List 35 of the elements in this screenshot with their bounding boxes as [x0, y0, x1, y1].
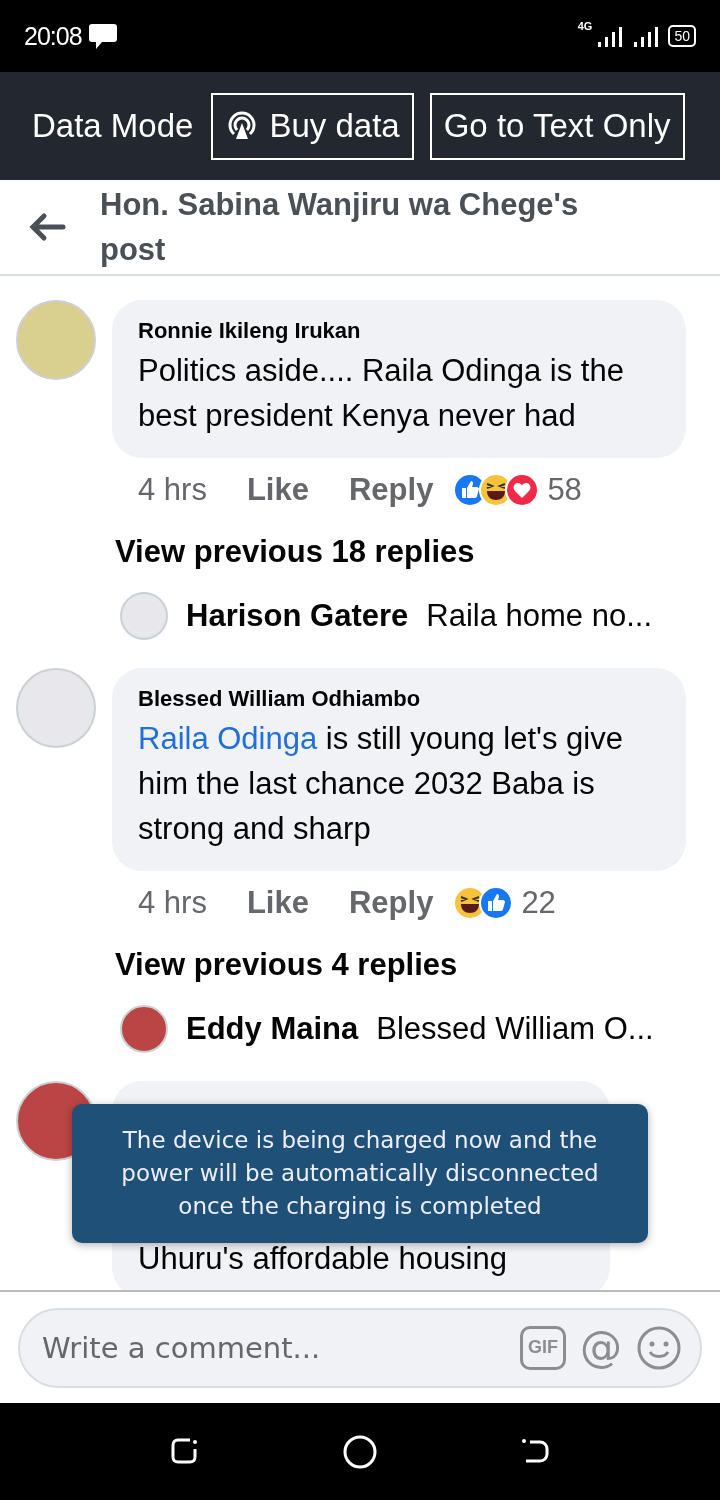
network-type: 4G [577, 20, 593, 32]
comment-author[interactable]: Ronnie Ikileng Irukan [138, 318, 660, 344]
comment-action[interactable]: Like [246, 472, 309, 508]
battery-level: 50 [668, 25, 696, 47]
reply-author[interactable]: Harison Gatere [186, 598, 409, 634]
clock: 20:08 [24, 21, 82, 51]
buy-data-button[interactable]: Buy data [211, 92, 414, 160]
reaction-count: 22 [521, 885, 556, 921]
toast-message: The device is being charged now and the power will be automatically disconnected once the charging is completed [72, 1104, 648, 1243]
heart-reaction-icon [505, 473, 540, 507]
like-reaction-icon [479, 886, 514, 920]
post-title: Hon. Sabina Wanjiru wa Chege's post [100, 186, 580, 269]
home-icon[interactable] [342, 1433, 378, 1470]
comment-time: 4 hrs [138, 472, 207, 508]
reply-author[interactable]: Eddy Maina [186, 1011, 359, 1047]
comment-text: Raila Odinga is still young let's give him the last chance 2032 Baba is strong and sharp [138, 720, 624, 848]
reply-text: Blessed William O... [376, 1011, 654, 1047]
comment-text: Politics aside.... Raila Odinga is the best president Kenya never had [138, 352, 625, 435]
reaction-count: 58 [547, 472, 582, 508]
comment-time: 4 hrs [138, 885, 207, 921]
back-arrow-icon[interactable] [28, 212, 66, 242]
mention-link[interactable]: Raila Odinga [138, 721, 318, 756]
comment-action[interactable]: Reply [348, 885, 434, 921]
comment-text: Uhuru's affordable housing [138, 1241, 508, 1277]
reply-text: Raila home no... [426, 598, 652, 634]
comment-author[interactable]: Blessed William Odhiambo [138, 686, 660, 712]
avatar[interactable] [120, 1005, 168, 1053]
data-mode-label: Data Mode [32, 107, 194, 145]
message-icon [87, 21, 118, 51]
text-only-button[interactable]: Go to Text Only [429, 92, 685, 160]
view-replies-link[interactable]: View previous 4 replies [115, 947, 458, 983]
emoji-icon[interactable] [636, 1324, 682, 1371]
view-replies-link[interactable]: View previous 18 replies [115, 534, 475, 570]
comment-action[interactable]: Like [246, 885, 309, 921]
comment-action[interactable]: Reply [348, 472, 434, 508]
